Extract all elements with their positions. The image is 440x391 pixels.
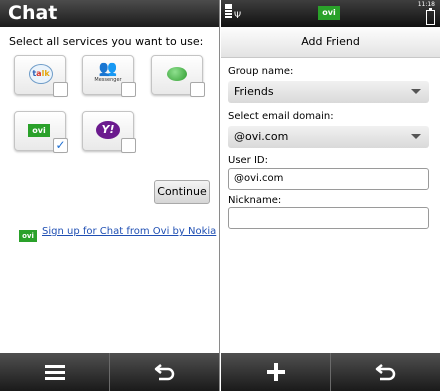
- service-chat-bubble[interactable]: [151, 55, 205, 97]
- clock: 11:18: [417, 1, 435, 8]
- group-name-label: Group name:: [228, 66, 294, 77]
- ovi-logo-icon: ovi: [19, 230, 37, 242]
- ovi-logo-icon: ovi: [28, 124, 50, 137]
- user-id-label: User ID:: [228, 155, 268, 166]
- chevron-down-icon: [411, 89, 421, 94]
- back-icon: [375, 364, 395, 381]
- continue-button[interactable]: Continue: [154, 180, 210, 204]
- battery-icon: [426, 8, 435, 25]
- messenger-logo-icon: 👥 Messenger: [94, 59, 122, 83]
- google-talk-checkbox[interactable]: [53, 82, 68, 97]
- chat-bubble-checkbox[interactable]: [190, 82, 205, 97]
- add-friend-screen: Ψ ovi 11:18 Add Friend Group name: Frien…: [221, 0, 440, 391]
- menu-icon: [44, 362, 65, 383]
- service-messenger[interactable]: 👥 Messenger: [82, 55, 136, 97]
- bottom-toolbar: [0, 353, 219, 391]
- add-button[interactable]: [221, 353, 330, 391]
- add-icon: [266, 363, 285, 381]
- service-yahoo[interactable]: Y!: [82, 111, 136, 153]
- ovi-status-icon: ovi: [318, 6, 340, 20]
- back-button[interactable]: [109, 353, 219, 391]
- user-id-input[interactable]: @ovi.com: [228, 168, 429, 190]
- bottom-toolbar: [221, 353, 440, 391]
- back-button[interactable]: [330, 353, 440, 391]
- google-talk-logo-icon: talk: [29, 64, 53, 84]
- nickname-label: Nickname:: [228, 195, 282, 206]
- group-name-value: Friends: [234, 85, 274, 98]
- signal-bars-icon: [225, 4, 232, 18]
- app-title: Chat: [0, 0, 219, 27]
- back-icon: [154, 364, 174, 381]
- email-domain-value: @ovi.com: [234, 130, 289, 143]
- menu-button[interactable]: [0, 353, 109, 391]
- email-domain-dropdown[interactable]: @ovi.com: [228, 126, 429, 148]
- chat-services-screen: Chat Select all services you want to use…: [0, 0, 220, 391]
- messenger-checkbox[interactable]: [121, 82, 136, 97]
- service-google-talk[interactable]: talk: [14, 55, 68, 97]
- chevron-down-icon: [411, 134, 421, 139]
- nickname-input[interactable]: [228, 207, 429, 229]
- antenna-icon: Ψ: [234, 11, 242, 21]
- service-ovi[interactable]: ovi ✓: [14, 111, 68, 153]
- chat-bubble-logo-icon: [167, 67, 187, 81]
- status-bar: Ψ ovi 11:18: [221, 0, 440, 27]
- group-name-dropdown[interactable]: Friends: [228, 81, 429, 103]
- yahoo-logo-icon: Y!: [96, 121, 120, 139]
- ovi-checkbox-checked[interactable]: ✓: [53, 138, 68, 153]
- yahoo-checkbox[interactable]: [121, 138, 136, 153]
- services-prompt: Select all services you want to use:: [9, 35, 204, 48]
- page-title: Add Friend: [221, 27, 440, 58]
- signup-link[interactable]: Sign up for Chat from Ovi by Nokia: [42, 226, 217, 237]
- email-domain-label: Select email domain:: [228, 111, 334, 122]
